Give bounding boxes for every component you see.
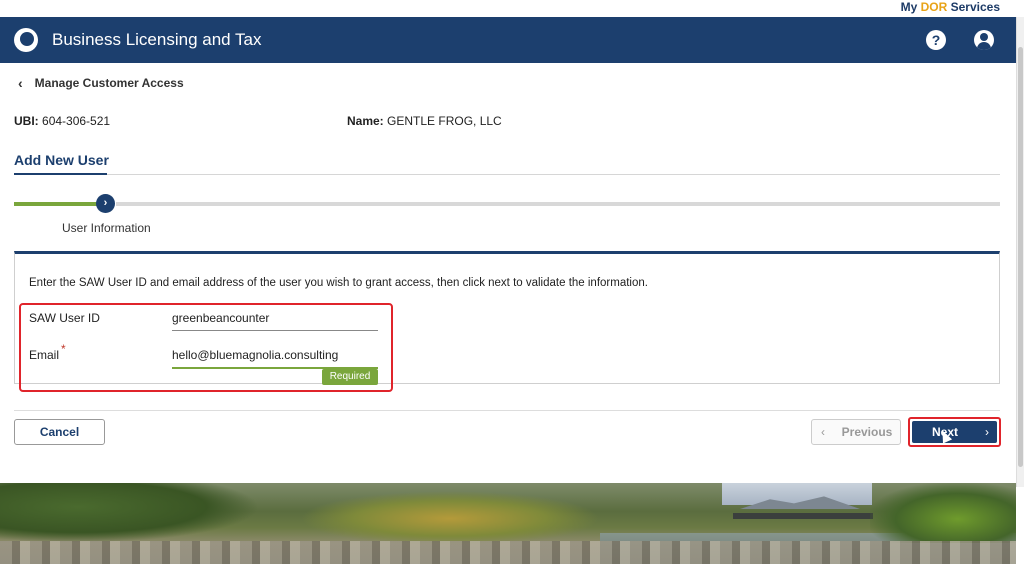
- stepper-progress-remaining: [116, 202, 1000, 206]
- account-head-shape: [980, 33, 988, 41]
- cancel-button[interactable]: Cancel: [14, 419, 105, 445]
- saw-user-id-underline: [172, 330, 378, 331]
- name-field: Name: GENTLE FROG, LLC: [347, 114, 502, 128]
- section-divider: [107, 174, 1000, 175]
- section-title-underline: [14, 173, 107, 175]
- form-instructions: Enter the SAW User ID and email address …: [29, 277, 648, 289]
- stepper-progress-complete: [14, 202, 98, 206]
- back-link[interactable]: ‹ Manage Customer Access: [18, 75, 184, 91]
- name-label: Name:: [347, 114, 384, 128]
- next-button[interactable]: Next ›: [912, 421, 997, 443]
- my-dor-suffix: Services: [947, 0, 1000, 14]
- app-title: Business Licensing and Tax: [52, 30, 262, 49]
- account-icon[interactable]: [974, 30, 994, 50]
- footer-landscape-image: [0, 483, 1016, 564]
- banner-foliage: [300, 491, 600, 546]
- page: My DOR Services Business Licensing and T…: [0, 0, 1024, 564]
- banner-sky: [722, 483, 872, 505]
- banner-trees-left: [0, 483, 260, 543]
- page-scrollbar[interactable]: [1016, 17, 1024, 487]
- saw-user-id-label: SAW User ID: [29, 311, 100, 325]
- banner-bridge: [733, 513, 873, 519]
- section-title: Add New User: [14, 152, 109, 168]
- ubi-label: UBI:: [14, 114, 39, 128]
- ubi-field: UBI: 604-306-521: [14, 114, 110, 128]
- top-strip: My DOR Services: [0, 0, 1024, 17]
- previous-button-label: Previous: [841, 425, 893, 439]
- chevron-right-icon: ›: [985, 425, 989, 439]
- chevron-left-icon: ‹: [821, 425, 825, 439]
- my-dor-services-link[interactable]: My DOR Services: [901, 0, 1000, 14]
- help-icon[interactable]: ?: [926, 30, 946, 50]
- dor-logo-icon[interactable]: [14, 28, 38, 52]
- footer-divider: [14, 410, 1000, 411]
- email-label: Email: [29, 348, 60, 362]
- ubi-value: 604-306-521: [42, 114, 111, 128]
- chevron-left-icon: ‹: [18, 75, 23, 91]
- next-highlight-box: Next ›: [908, 417, 1001, 447]
- email-input[interactable]: hello@bluemagnolia.consulting: [172, 348, 338, 362]
- scrollbar-thumb[interactable]: [1018, 47, 1023, 467]
- back-link-label: Manage Customer Access: [34, 76, 184, 90]
- banner-trees-right: [870, 483, 1016, 543]
- required-badge: Required: [322, 369, 378, 385]
- saw-user-id-input[interactable]: greenbeancounter: [172, 311, 269, 325]
- banner-rocks: [0, 541, 1016, 564]
- stepper-step-label: User Information: [62, 221, 151, 235]
- app-header: Business Licensing and Tax ?: [0, 17, 1016, 63]
- name-value: GENTLE FROG, LLC: [387, 114, 502, 128]
- my-dor-prefix: My: [900, 0, 921, 14]
- stepper-current-node-icon: ›: [96, 194, 115, 213]
- required-marker: *: [61, 342, 66, 356]
- stepper: ›: [14, 194, 1000, 214]
- account-body-shape: [977, 42, 991, 50]
- previous-button[interactable]: ‹ Previous: [811, 419, 901, 445]
- my-dor-highlight: DOR: [920, 0, 948, 14]
